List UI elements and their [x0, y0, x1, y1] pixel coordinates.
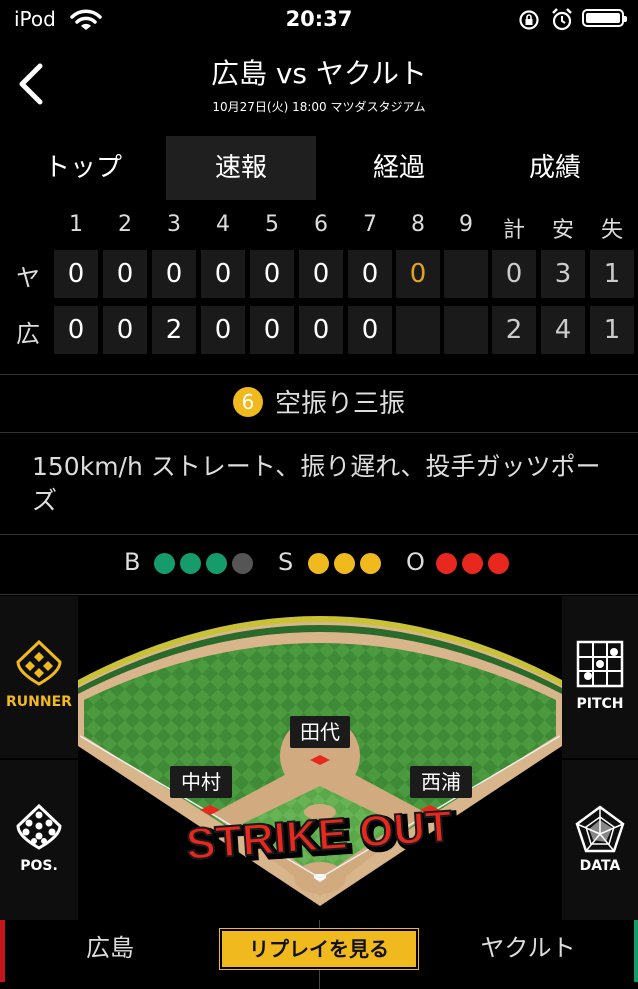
play-description: 150km/h ストレート、振り遅れ、投手ガッツポーズ: [32, 452, 601, 515]
runner-diamond-icon: [16, 639, 62, 686]
inning-score-cell: 0: [348, 250, 392, 298]
play-number-badge: 6: [232, 386, 263, 417]
scoreboard-header-3: 3: [167, 212, 181, 237]
out-dot: [436, 553, 457, 574]
total-cell: 3: [541, 250, 585, 298]
inning-score-cell: [396, 306, 440, 354]
third-base-runner-label: 中村: [170, 766, 232, 798]
inning-score-cell: [444, 306, 488, 354]
outs-label: O: [406, 548, 425, 576]
balls-label: B: [124, 548, 141, 576]
scoreboard-header-4: 4: [216, 212, 230, 237]
data-label: DATA: [579, 858, 621, 874]
inning-score-cell: 0: [396, 250, 440, 298]
status-bar: iPod 20:37: [0, 0, 638, 40]
runner-button[interactable]: RUNNER: [0, 596, 78, 758]
data-button[interactable]: DATA: [562, 760, 638, 920]
pitch-label: PITCH: [576, 696, 624, 712]
divider: [0, 432, 638, 433]
out-dot: [462, 553, 483, 574]
scoreboard-team-label: ヤ: [16, 264, 40, 292]
pitch-grid-icon: [576, 640, 624, 688]
tab-top[interactable]: トップ: [8, 136, 158, 200]
inning-score-cell: 2: [152, 306, 196, 354]
inning-score-cell: 0: [103, 250, 147, 298]
alarm-icon: [552, 8, 572, 31]
inning-score-cell: [444, 250, 488, 298]
clock: 20:37: [285, 7, 353, 31]
first-base-runner-label: 西浦: [410, 766, 472, 798]
baseball-field: STRIKE OUT STRIKE OUT: [78, 596, 562, 920]
inning-score-cell: 0: [250, 306, 294, 354]
total-cell: 4: [541, 306, 585, 354]
scoreboard-header-12: 失: [600, 218, 623, 243]
scoreboard-header-7: 7: [363, 212, 377, 237]
tab-stats[interactable]: 成績: [480, 136, 630, 200]
scoreboard-team-label: 広: [16, 320, 40, 348]
inning-score-cell: 0: [54, 306, 98, 354]
total-cell: 2: [492, 306, 536, 354]
pos-button[interactable]: POS.: [0, 760, 78, 920]
inning-score-cell: 0: [299, 250, 343, 298]
scoreboard-header-6: 6: [314, 212, 328, 237]
ball-dot: [154, 553, 175, 574]
strike-dot: [308, 553, 329, 574]
ball-dot: [206, 553, 227, 574]
inning-score-cell: 0: [201, 250, 245, 298]
replay-button[interactable]: リプレイを見る: [219, 928, 419, 970]
play-result: 6 空振り三振: [0, 376, 638, 432]
second-base-runner-label: 田代: [290, 716, 350, 748]
runner-label: RUNNER: [6, 694, 72, 710]
pos-label: POS.: [20, 858, 58, 874]
inning-score-cell: 0: [103, 306, 147, 354]
total-cell: 0: [492, 250, 536, 298]
inning-score-cell: 0: [201, 306, 245, 354]
rotation-lock-icon: [519, 10, 539, 30]
away-team-button[interactable]: ヤクルト: [418, 928, 638, 963]
divider: [0, 374, 638, 375]
inning-score-cell: 0: [250, 250, 294, 298]
scoreboard-header-11: 安: [551, 218, 574, 243]
ball-dot: [180, 553, 201, 574]
positions-icon: [16, 803, 62, 850]
scoreboard-header-9: 9: [459, 212, 473, 237]
divider: [0, 594, 638, 595]
ball-dot: [232, 553, 253, 574]
inning-score-cell: 0: [348, 306, 392, 354]
strike-dot: [360, 553, 381, 574]
game-info: 10月27日(火) 18:00 マツダスタジアム: [212, 100, 426, 114]
scoreboard-header-10: 計: [502, 218, 525, 243]
scoreboard-header-8: 8: [411, 212, 425, 237]
out-dot: [488, 553, 509, 574]
radar-chart-icon: [575, 805, 625, 853]
strikes-label: S: [278, 548, 294, 576]
strike-dot: [334, 553, 355, 574]
tab-progress[interactable]: 経過: [324, 136, 474, 200]
inning-score-cell: 0: [54, 250, 98, 298]
page-title: 広島 vs ヤクルト: [210, 57, 428, 90]
scoreboard-header-2: 2: [118, 212, 132, 237]
divider: [0, 534, 638, 535]
pitch-button[interactable]: PITCH: [562, 596, 638, 758]
inning-score-cell: 0: [152, 250, 196, 298]
tab-live[interactable]: 速報: [166, 136, 316, 200]
scoreboard-header-1: 1: [69, 212, 83, 237]
battery-icon: [582, 9, 627, 27]
home-team-button[interactable]: 広島: [0, 928, 220, 963]
total-cell: 1: [590, 250, 634, 298]
total-cell: 1: [590, 306, 634, 354]
inning-score-cell: 0: [299, 306, 343, 354]
play-result-text: 空振り三振: [274, 389, 405, 419]
scoreboard-header-5: 5: [265, 212, 279, 237]
